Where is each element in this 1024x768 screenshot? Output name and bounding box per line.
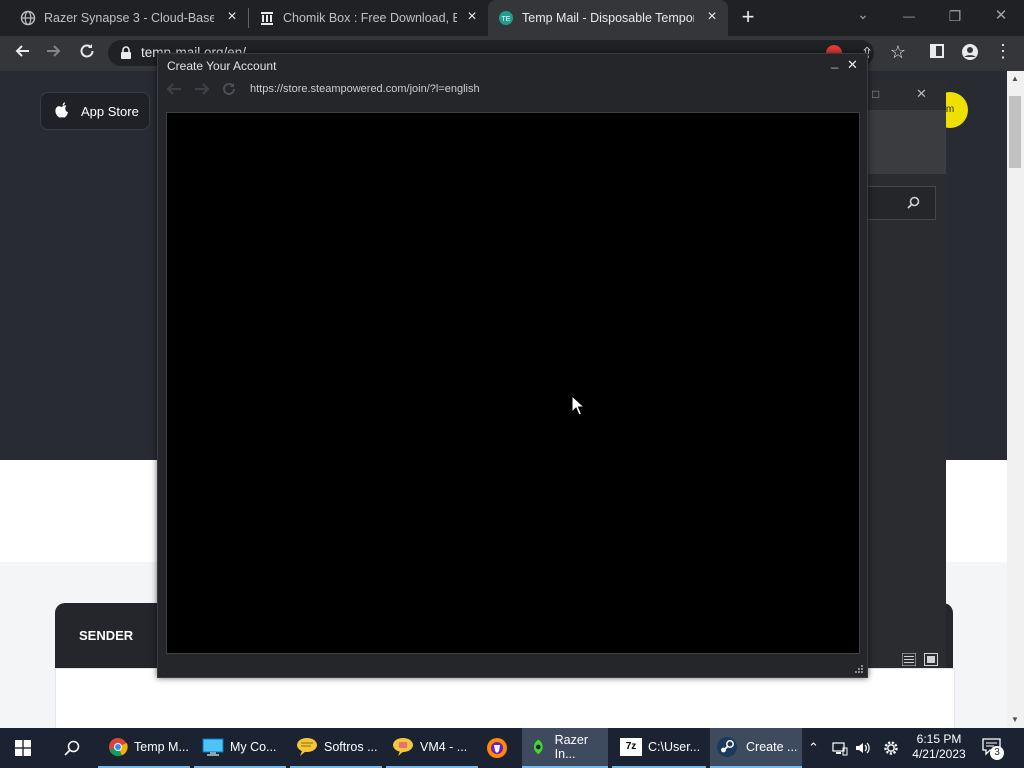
show-hidden-icons-button[interactable]: ⌃ <box>808 740 819 756</box>
computer-icon <box>202 738 224 756</box>
settings-gear-icon[interactable] <box>882 739 900 757</box>
taskbar-item-razer[interactable]: Razer In... <box>522 728 608 768</box>
background-steam-window: □ ✕ <box>866 80 946 668</box>
resize-grip-icon[interactable] <box>854 664 864 674</box>
side-panel-icon[interactable] <box>930 44 944 58</box>
background-close-button[interactable]: ✕ <box>916 86 927 102</box>
taskbar-item-label: Create ... <box>746 740 798 754</box>
yellow-button-label: m <box>945 104 955 115</box>
background-search-field[interactable] <box>866 186 936 220</box>
network-icon[interactable] <box>832 740 848 756</box>
dialog-reload-icon[interactable] <box>221 81 237 97</box>
taskbar-item-my-computer[interactable]: My Co... <box>194 728 286 768</box>
tab-close-icon[interactable]: × <box>704 9 720 25</box>
scrollbar-thumb[interactable] <box>1009 96 1021 168</box>
dialog-forward-icon[interactable] <box>194 82 210 96</box>
dialog-back-icon[interactable] <box>166 82 182 96</box>
person-icon <box>962 44 978 60</box>
background-window-titlebar: □ ✕ <box>866 80 946 110</box>
list-view-icon[interactable] <box>901 652 917 667</box>
tab-close-icon[interactable]: × <box>464 9 480 25</box>
taskbar-item-label: Razer In... <box>554 733 588 761</box>
brave-icon <box>487 738 507 758</box>
dialog-webview[interactable] <box>166 112 860 654</box>
scroll-up-icon[interactable]: ▲ <box>1011 74 1019 83</box>
chrome-icon <box>109 738 128 757</box>
tab-temp-mail[interactable]: TE Temp Mail - Disposable Tempora × <box>488 0 728 36</box>
taskbar-item-chrome[interactable]: Temp M... <box>98 728 190 768</box>
tempmail-icon: TE <box>499 11 513 25</box>
search-icon <box>907 196 920 209</box>
mouse-cursor-icon <box>571 395 584 416</box>
svg-text:TE: TE <box>502 16 511 23</box>
clock-time: 6:15 PM <box>916 732 962 746</box>
grid-view-icon[interactable] <box>924 653 938 666</box>
taskbar-item-steam-create[interactable]: Create ... <box>710 728 802 768</box>
notification-badge: 3 <box>990 746 1004 760</box>
taskbar-item-label: Temp M... <box>134 740 189 754</box>
volume-icon[interactable] <box>855 740 871 756</box>
taskbar-item-label: My Co... <box>230 740 277 754</box>
app-store-button[interactable]: App Store <box>40 92 150 130</box>
tab-title: Temp Mail - Disposable Tempora <box>522 11 694 25</box>
clock[interactable]: 6:15 PM 4/21/2023 <box>906 732 972 762</box>
tab-close-icon[interactable]: × <box>224 9 240 25</box>
action-center-button[interactable]: 3 <box>982 738 1004 760</box>
tab-title: Chomik Box : Free Download, Bo <box>283 11 457 25</box>
tab-search-dropdown-icon[interactable]: ⌄ <box>852 6 874 28</box>
tab-title: Razer Synapse 3 - Cloud-Based H <box>44 11 214 25</box>
vm4-icon <box>393 738 413 756</box>
windows-start-icon[interactable] <box>15 740 31 756</box>
search-icon[interactable] <box>64 740 80 756</box>
dialog-minimize-button[interactable]: _ <box>831 54 838 69</box>
profile-icon[interactable] <box>961 43 979 61</box>
globe-icon <box>20 10 36 26</box>
back-button[interactable] <box>12 42 32 65</box>
taskbar-item-label: C:\User... <box>648 740 701 754</box>
7zip-icon: 7z <box>620 738 642 756</box>
dialog-title: Create Your Account <box>167 59 277 73</box>
taskbar-item-7zip[interactable]: 7z C:\User... <box>612 728 706 768</box>
archive-icon <box>261 12 273 25</box>
new-tab-button[interactable]: + <box>738 6 758 28</box>
steam-create-account-dialog: Create Your Account _ ✕ https://store.st… <box>157 53 868 678</box>
tab-chomik-box[interactable]: Chomik Box : Free Download, Bo × <box>248 0 488 36</box>
taskbar-item-brave[interactable] <box>482 728 512 768</box>
app-store-label: App Store <box>81 103 139 119</box>
tab-strip: Razer Synapse 3 - Cloud-Based H × Chomik… <box>0 0 1024 36</box>
restore-button[interactable]: ❐ <box>944 6 966 28</box>
taskbar-item-label: VM4 - ... <box>420 740 468 754</box>
lock-icon <box>121 46 131 59</box>
background-window-header <box>866 110 946 174</box>
scroll-down-icon[interactable]: ▼ <box>1011 715 1019 724</box>
apple-icon <box>55 102 68 118</box>
taskbar-item-vm4[interactable]: VM4 - ... <box>386 728 478 768</box>
taskbar-item-softros[interactable]: Softros ... <box>290 728 382 768</box>
bookmark-star-icon[interactable]: ☆ <box>888 42 908 63</box>
minimize-button[interactable]: — <box>898 6 920 28</box>
clock-date: 4/21/2023 <box>912 747 966 761</box>
background-restore-button[interactable]: □ <box>872 87 879 101</box>
steam-icon <box>717 737 737 757</box>
softros-icon <box>297 738 317 756</box>
forward-button[interactable] <box>44 42 64 65</box>
forward-arrow-icon <box>47 45 61 57</box>
tab-razer-synapse[interactable]: Razer Synapse 3 - Cloud-Based H × <box>0 0 248 36</box>
sender-column-header: SENDER <box>79 628 134 643</box>
dialog-url: https://store.steampowered.com/join/?l=e… <box>250 83 480 95</box>
reload-button[interactable] <box>77 42 97 65</box>
dialog-close-button[interactable]: ✕ <box>847 57 858 73</box>
reload-icon <box>80 44 94 58</box>
taskbar: Temp M... My Co... Softros ... VM4 - ...… <box>0 728 1024 768</box>
close-window-button[interactable]: ✕ <box>990 6 1012 28</box>
chrome-menu-icon[interactable]: ⋮ <box>994 42 1012 60</box>
razer-icon <box>533 739 543 755</box>
page-scrollbar[interactable]: ▲ ▼ <box>1007 71 1024 728</box>
taskbar-item-label: Softros ... <box>324 740 378 754</box>
back-arrow-icon <box>15 45 29 57</box>
